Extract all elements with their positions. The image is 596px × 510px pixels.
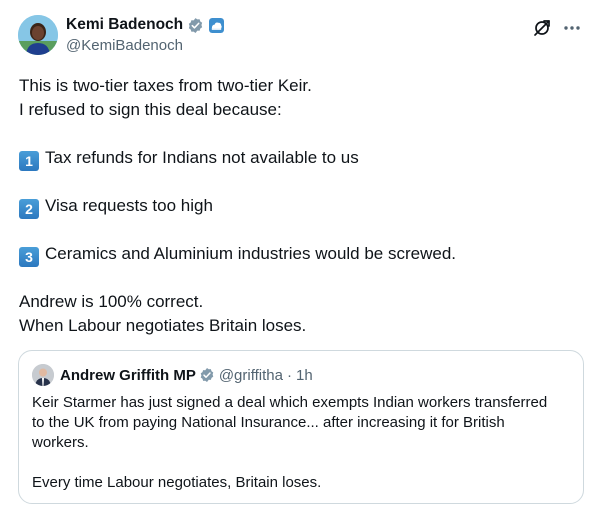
author-info: Kemi Badenoch @KemiBadenoch (66, 15, 225, 54)
quoted-tweet-header: Andrew Griffith MP @griffitha · 1h (32, 364, 313, 386)
quoted-line (32, 453, 572, 473)
verified-badge-icon (200, 368, 214, 382)
quoted-author-avatar[interactable] (32, 364, 54, 386)
separator-dot: · (286, 366, 292, 384)
quoted-line: Keir Starmer has just signed a deal whic… (32, 394, 548, 411)
quoted-author-handle[interactable]: @griffitha (219, 367, 283, 384)
list-item-text: Visa requests too high (45, 196, 213, 215)
quoted-line: Every time Labour negotiates, Britain lo… (32, 474, 322, 491)
keycap-number-icon: 3 (19, 247, 39, 267)
list-item: 1 Tax refunds for Indians not available t… (19, 146, 579, 171)
grok-icon[interactable] (532, 18, 552, 38)
tweet-line: This is two-tier taxes from two-tier Kei… (19, 76, 312, 95)
list-item-text: Ceramics and Aluminium industries would … (45, 244, 457, 263)
more-options-icon[interactable] (562, 18, 582, 38)
tweet-text: This is two-tier taxes from two-tier Kei… (19, 74, 579, 338)
quoted-line: workers. (32, 434, 89, 451)
list-item-text: Tax refunds for Indians not available to… (45, 148, 359, 167)
keycap-number-icon: 2 (19, 199, 39, 219)
tweet-line: Andrew is 100% correct. (19, 292, 204, 311)
government-affiliation-icon[interactable] (209, 17, 225, 33)
author-handle[interactable]: @KemiBadenoch (66, 37, 224, 54)
tweet-actions (532, 18, 582, 38)
keycap-number-icon: 1 (19, 151, 39, 171)
list-item: 3 Ceramics and Aluminium industries would… (19, 242, 579, 267)
quoted-author-name[interactable]: Andrew Griffith MP (60, 367, 196, 384)
quoted-tweet[interactable]: Andrew Griffith MP @griffitha · 1h Keir … (18, 350, 584, 504)
quoted-timestamp[interactable]: 1h (296, 367, 313, 384)
verified-badge-icon (188, 17, 203, 33)
quoted-line: to the UK from paying National Insurance… (32, 414, 505, 431)
tweet-line: I refused to sign this deal because: (19, 100, 282, 119)
tweet-line: When Labour negotiates Britain loses. (19, 316, 307, 335)
quoted-tweet-text: Keir Starmer has just signed a deal whic… (32, 393, 572, 493)
list-item: 2 Visa requests too high (19, 194, 579, 219)
author-name[interactable]: Kemi Badenoch (66, 16, 183, 34)
tweet: Kemi Badenoch @KemiBadenoch This is two-… (0, 0, 596, 510)
author-avatar[interactable] (18, 15, 58, 55)
